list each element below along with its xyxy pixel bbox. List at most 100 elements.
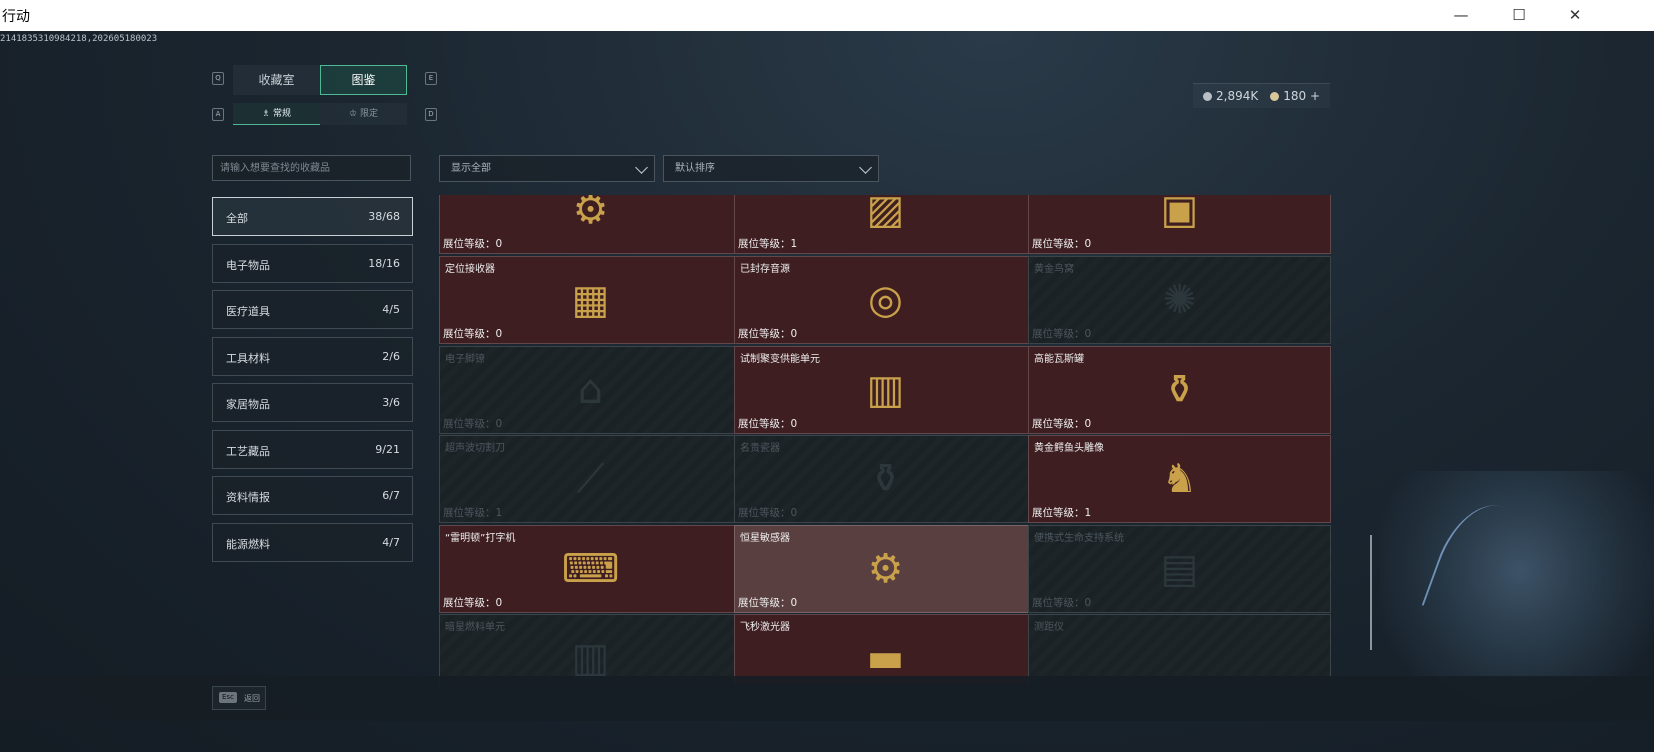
collectible-name: 测距仪	[1034, 622, 1064, 633]
collectible-card[interactable]: ▬ 飞秒激光器	[734, 614, 1037, 685]
esc-key-hint: Esc	[219, 692, 237, 703]
silver-coin-icon	[1203, 92, 1212, 101]
collectible-card[interactable]: ⌨ “雷明顿”打字机 展位等级：0	[439, 525, 742, 613]
collectible-name: 超声波切割刀	[445, 443, 505, 454]
collectible-card[interactable]: ⚙ 恒星敏感器 展位等级：0	[734, 525, 1037, 613]
collectible-name: 飞秒激光器	[740, 622, 790, 633]
collectible-name: 定位接收器	[445, 264, 495, 275]
subtab-right-key-hint: D	[425, 108, 437, 121]
category-item[interactable]: 全部 38/68	[212, 197, 413, 236]
game-viewport: 2141835310984218,202605180023 2,894K 180…	[0, 31, 1654, 752]
bottle-icon: ♗	[262, 109, 273, 119]
tab-catalog[interactable]: 图鉴	[320, 65, 407, 95]
category-item[interactable]: 医疗道具 4/5	[212, 290, 413, 329]
subtab-limited-label: 限定	[359, 109, 378, 119]
collectible-card[interactable]: ⌂ 电子脚镣 展位等级：0	[439, 346, 742, 434]
category-item[interactable]: 家居物品 3/6	[212, 383, 413, 422]
booth-level: 展位等级：0	[1032, 418, 1092, 430]
collectible-name: 试制聚变供能单元	[740, 354, 820, 365]
booth-level: 展位等级：0	[443, 597, 503, 609]
category-item[interactable]: 电子物品 18/16	[212, 243, 413, 283]
category-name: 家居物品	[226, 398, 270, 411]
back-button[interactable]: Esc 返回	[212, 686, 266, 710]
add-currency-button[interactable]: +	[1310, 89, 1320, 103]
close-button[interactable]: ✕	[1555, 4, 1595, 26]
search-input[interactable]	[213, 156, 410, 181]
collectible-card[interactable]: ⚱ 名贵瓷器 展位等级：0	[734, 435, 1037, 523]
collectible-card[interactable]: ♞ 黄金鳄鱼头雕像 展位等级：1	[1028, 435, 1331, 523]
collectible-name: 暗星燃料单元	[445, 622, 505, 633]
collectible-card[interactable]: 测距仪	[1028, 614, 1331, 685]
window-titlebar: 行动 — ☐ ✕	[0, 0, 1654, 32]
booth-level: 展位等级：0	[1032, 328, 1092, 340]
collectible-name: “雷明顿”打字机	[445, 533, 516, 544]
crown-icon: ♔	[349, 109, 360, 119]
tab-collection-room[interactable]: 收藏室	[233, 65, 320, 95]
category-count: 4/5	[382, 303, 400, 316]
sub-tabs: ♗ 常规 ♔ 限定	[233, 103, 407, 125]
booth-level: 展位等级：0	[443, 238, 503, 250]
collectible-card[interactable]: ◎ 已封存音源 展位等级：0	[734, 256, 1037, 344]
collectible-image: ▬	[866, 635, 905, 681]
category-list: 全部 38/68 电子物品 18/16 医疗道具 4/5 工具材料 2/6 家居物品 3/6 工艺藏…	[212, 197, 413, 569]
silver-amount: 2,894K	[1216, 89, 1259, 103]
show-filter-dropdown[interactable]: 显示全部	[439, 155, 655, 182]
collectible-card[interactable]: ▤ 便携式生命支持系统 展位等级：0	[1028, 525, 1331, 613]
category-count: 2/6	[382, 349, 400, 363]
collectible-image: ▤	[1160, 546, 1199, 592]
collectible-card[interactable]: ⚱ 高能瓦斯罐 展位等级：0	[1028, 346, 1331, 434]
collectible-card[interactable]: ▥ 试制聚变供能单元 展位等级：0	[734, 346, 1037, 434]
subtab-regular[interactable]: ♗ 常规	[233, 103, 320, 125]
collectible-card[interactable]: ✺ 黄金鸟窝展位等级：0	[1028, 256, 1331, 344]
sort-dropdown[interactable]: 默认排序	[663, 155, 879, 182]
collectible-card[interactable]: ⟋ 超声波切割刀 展位等级：1	[439, 435, 742, 523]
subtab-limited[interactable]: ♔ 限定	[320, 103, 407, 125]
sort-value: 默认排序	[675, 163, 715, 174]
category-name: 能源燃料	[226, 537, 270, 551]
currency-gold: 180 +	[1270, 89, 1320, 103]
build-id: 2141835310984218,202605180023	[0, 34, 158, 44]
collectible-card[interactable]: ▨ 展位等级：1	[734, 195, 1037, 254]
collectible-image: ⌂	[577, 367, 604, 413]
collectible-image: ✺	[1162, 277, 1197, 323]
category-item[interactable]: 工具材料 2/6	[212, 336, 413, 376]
subtab-regular-label: 常规	[272, 109, 291, 119]
minimize-button[interactable]: —	[1441, 4, 1481, 26]
category-name: 工具材料	[226, 351, 270, 365]
category-item[interactable]: 能源燃料 4/7	[212, 522, 413, 562]
collectible-name: 黄金鳄鱼头雕像	[1034, 443, 1104, 454]
collectible-card[interactable]: ▦ 定位接收器 展位等级：0	[439, 256, 742, 344]
category-item[interactable]: 资料情报 6/7	[212, 476, 413, 515]
category-name: 医疗道具	[226, 305, 270, 318]
booth-level: 展位等级：1	[1032, 507, 1092, 519]
collectible-name: 高能瓦斯罐	[1034, 354, 1084, 365]
grid-scrollbar[interactable]	[1370, 535, 1372, 650]
booth-level: 展位等级：0	[738, 507, 798, 519]
collectible-name: 已封存音源	[740, 264, 790, 275]
collectible-image: ⟋	[576, 456, 605, 502]
currency-bar: 2,894K 180 +	[1193, 83, 1331, 108]
collectible-image: ▦	[571, 277, 610, 323]
collectible-name: 名贵瓷器	[740, 443, 780, 454]
gold-coin-icon	[1270, 92, 1280, 101]
main-tabs: 收藏室 图鉴	[233, 65, 407, 95]
category-item[interactable]: 工艺藏品 9/21	[212, 429, 413, 469]
booth-level: 展位等级：1	[738, 238, 798, 250]
category-count: 3/6	[382, 396, 400, 409]
collectible-name: 恒星敏感器	[740, 533, 790, 544]
collectible-card[interactable]: ▣ 展位等级：0	[1028, 195, 1331, 254]
category-name: 电子物品	[226, 258, 270, 272]
collectible-grid: ⚙ 展位等级：0 ▨ 展位等级：1 ▣ 展位等级：0 ▦ 定位接收器 展位等级：0 ◎ 已封存音源展…	[439, 195, 1366, 685]
maximize-button[interactable]: ☐	[1499, 4, 1539, 26]
collectible-card[interactable]: ⚙ 展位等级：0	[439, 195, 742, 254]
booth-level: 展位等级：0	[1032, 238, 1092, 250]
booth-level: 展位等级：0	[738, 418, 798, 430]
collectible-card[interactable]: ▥ 暗星燃料单元	[439, 614, 742, 685]
collectible-name: 黄金鸟窝	[1034, 264, 1074, 275]
collectible-image: ▨	[866, 195, 905, 233]
collectible-image: ◎	[868, 277, 903, 323]
collectible-name: 电子脚镣	[445, 354, 485, 365]
collectible-image: ▥	[571, 635, 610, 681]
collectible-name: 便携式生命支持系统	[1034, 533, 1124, 544]
category-count: 9/21	[375, 442, 400, 456]
